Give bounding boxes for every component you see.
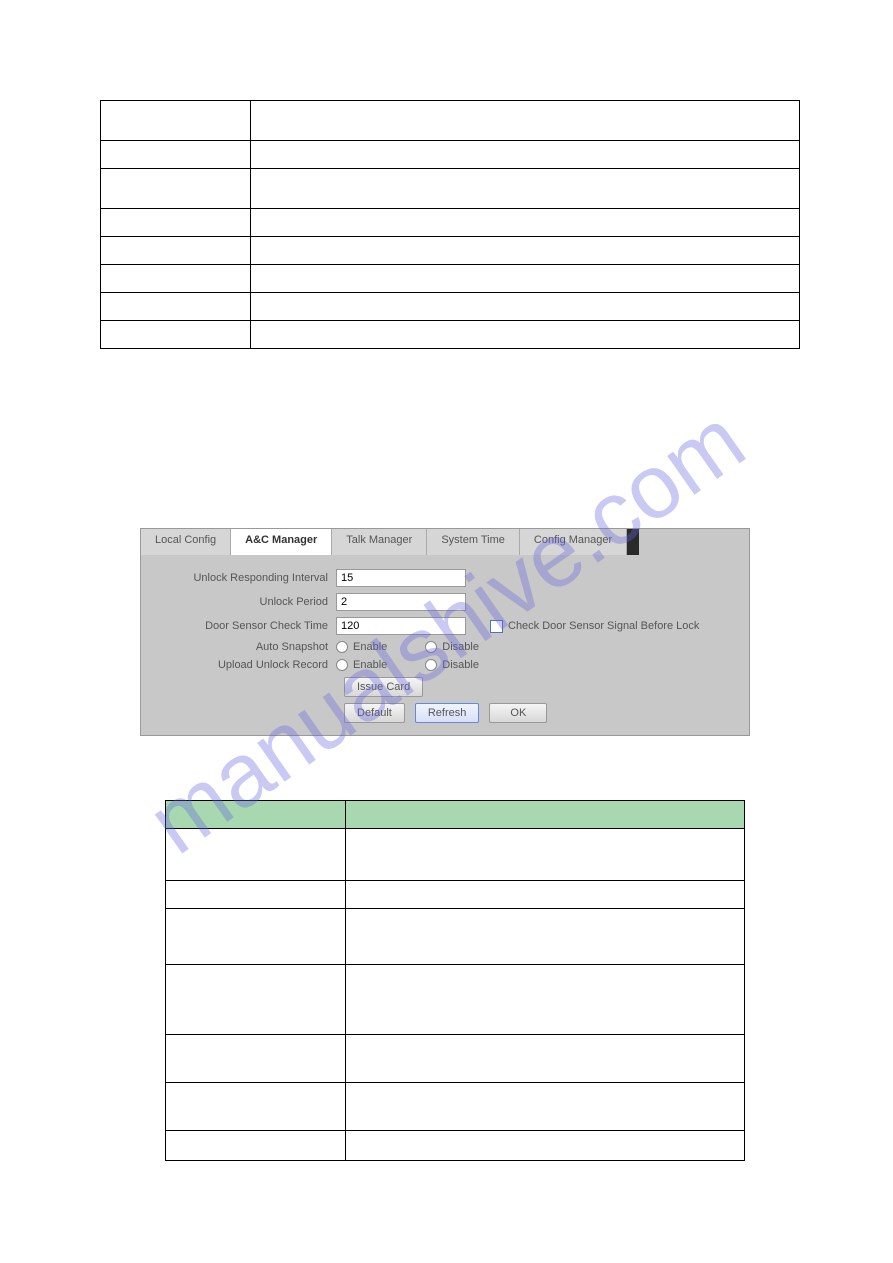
check-door-sensor-checkbox[interactable]: [490, 620, 503, 633]
config-panel: Local Config A&C Manager Talk Manager Sy…: [140, 528, 750, 736]
upload-unlock-label: Upload Unlock Record: [151, 659, 336, 671]
default-button[interactable]: Default: [344, 703, 405, 723]
tab-system-time[interactable]: System Time: [427, 529, 520, 555]
upload-unlock-disable-radio[interactable]: [425, 659, 437, 671]
auto-snapshot-disable-label: Disable: [442, 641, 479, 653]
auto-snapshot-enable-label: Enable: [353, 641, 387, 653]
unlock-responding-interval-input[interactable]: [336, 569, 466, 587]
tab-local-config[interactable]: Local Config: [141, 529, 231, 555]
issue-card-button[interactable]: Issue Card: [344, 677, 423, 697]
tab-talk-manager[interactable]: Talk Manager: [332, 529, 427, 555]
check-door-sensor-label: Check Door Sensor Signal Before Lock: [508, 620, 699, 632]
tab-end-marker: [627, 529, 639, 555]
top-parameter-table: [100, 100, 800, 349]
form-area: Unlock Responding Interval Unlock Period…: [141, 555, 749, 735]
auto-snapshot-enable-radio[interactable]: [336, 641, 348, 653]
upload-unlock-disable-label: Disable: [442, 659, 479, 671]
unlock-period-input[interactable]: [336, 593, 466, 611]
upload-unlock-enable-radio[interactable]: [336, 659, 348, 671]
tab-config-manager[interactable]: Config Manager: [520, 529, 627, 555]
ok-button[interactable]: OK: [489, 703, 547, 723]
bottom-parameter-table: [165, 800, 745, 1161]
tab-bar: Local Config A&C Manager Talk Manager Sy…: [141, 529, 749, 555]
upload-unlock-enable-label: Enable: [353, 659, 387, 671]
refresh-button[interactable]: Refresh: [415, 703, 480, 723]
door-sensor-check-input[interactable]: [336, 617, 466, 635]
unlock-period-label: Unlock Period: [151, 596, 336, 608]
unlock-responding-interval-label: Unlock Responding Interval: [151, 572, 336, 584]
door-sensor-check-label: Door Sensor Check Time: [151, 620, 336, 632]
auto-snapshot-label: Auto Snapshot: [151, 641, 336, 653]
tab-ac-manager[interactable]: A&C Manager: [231, 529, 332, 555]
auto-snapshot-disable-radio[interactable]: [425, 641, 437, 653]
